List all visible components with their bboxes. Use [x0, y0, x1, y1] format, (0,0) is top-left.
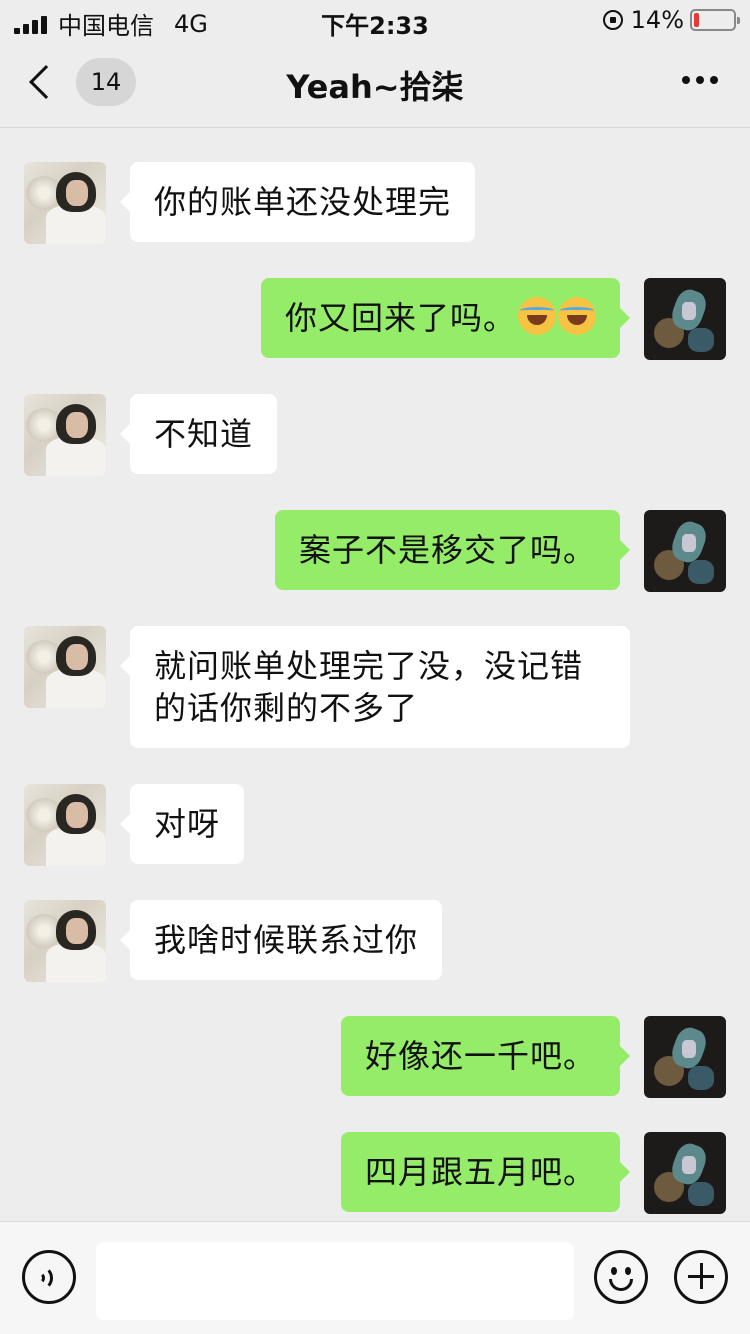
incoming-message-bubble[interactable]: 不知道: [119, 394, 278, 474]
battery-percent: 14%: [630, 6, 684, 34]
outgoing-message-bubble[interactable]: 你又回来了吗。: [260, 278, 631, 358]
dot-icon: [682, 76, 690, 84]
emoji-button[interactable]: [594, 1250, 648, 1304]
joy-emoji-icon: [558, 297, 596, 335]
my-avatar[interactable]: [644, 510, 726, 592]
status-bar: 中国电信 4G 下午2:33 14%: [0, 0, 750, 40]
chat-message-list[interactable]: 你的账单还没处理完 你又回来了吗。 不知道 案子不是移交了吗。 就问账单处理完了…: [0, 129, 750, 1221]
more-options-button[interactable]: [676, 76, 718, 84]
contact-avatar[interactable]: [24, 784, 106, 866]
dot-icon: [710, 76, 718, 84]
message-input[interactable]: [96, 1242, 574, 1320]
outgoing-message-bubble[interactable]: 好像还一千吧。: [340, 1016, 631, 1096]
contact-avatar[interactable]: [24, 162, 106, 244]
incoming-message-bubble[interactable]: 你的账单还没处理完: [119, 162, 476, 242]
voice-icon: [39, 1266, 61, 1290]
contact-avatar[interactable]: [24, 900, 106, 982]
nav-bar: 14 Yeah~拾柒: [0, 40, 750, 128]
dot-icon: [696, 76, 704, 84]
incoming-message-bubble[interactable]: 就问账单处理完了没，没记错的话你剩的不多了: [120, 626, 630, 748]
battery-icon: [690, 9, 740, 31]
rotation-lock-icon: [602, 10, 623, 30]
outgoing-message-bubble[interactable]: 案子不是移交了吗。: [274, 510, 631, 590]
my-avatar[interactable]: [644, 1016, 726, 1098]
joy-emoji-icon: [518, 297, 556, 335]
more-actions-plus-button[interactable]: [674, 1250, 728, 1304]
outgoing-message-bubble[interactable]: 四月跟五月吧。: [340, 1132, 631, 1212]
input-bar: [0, 1221, 750, 1334]
battery-fill: [694, 13, 699, 27]
contact-avatar[interactable]: [24, 626, 106, 708]
voice-input-button[interactable]: [22, 1250, 76, 1304]
incoming-message-bubble[interactable]: 我啥时候联系过你: [119, 900, 443, 980]
message-text: 你又回来了吗。: [284, 299, 516, 337]
my-avatar[interactable]: [644, 278, 726, 360]
status-right: 14%: [602, 6, 740, 34]
chat-title: Yeah~拾柒: [286, 68, 464, 106]
my-avatar[interactable]: [644, 1132, 726, 1214]
contact-avatar[interactable]: [24, 394, 106, 476]
incoming-message-bubble[interactable]: 对呀: [119, 784, 245, 864]
